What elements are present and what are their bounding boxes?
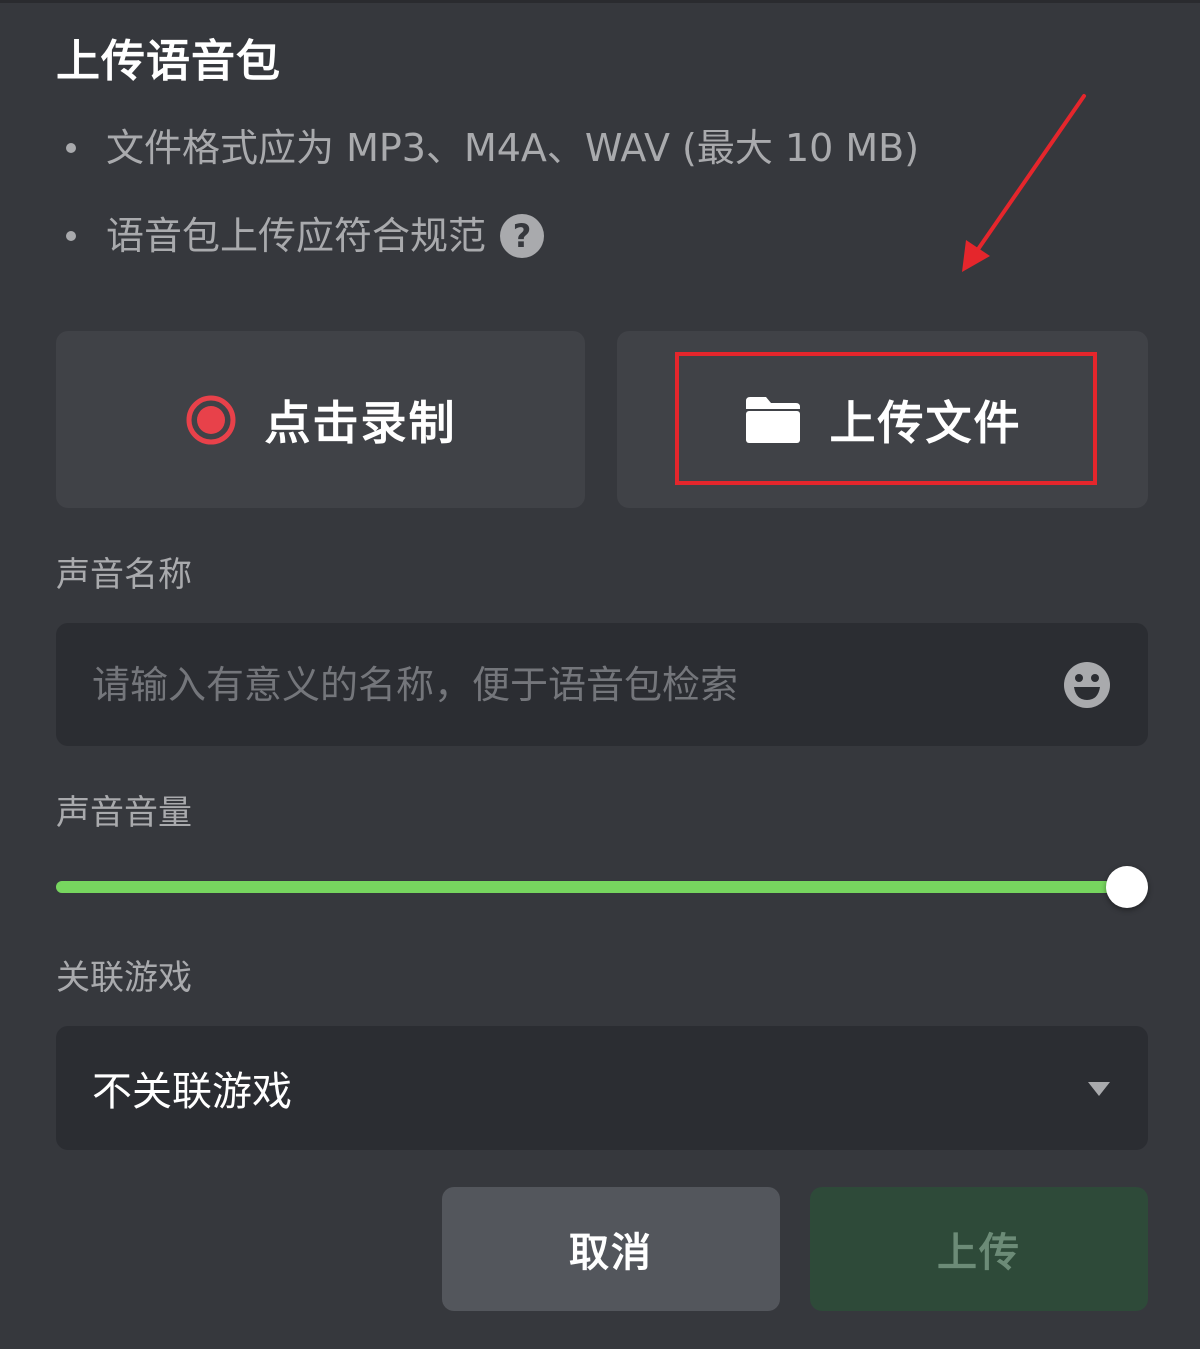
name-input[interactable]	[56, 623, 1036, 746]
dialog-title: 上传语音包	[56, 36, 281, 87]
name-field-label: 声音名称	[56, 555, 192, 595]
game-select-value: 不关联游戏	[92, 1069, 292, 1115]
bullet-dot	[66, 231, 76, 241]
folder-icon	[745, 396, 800, 443]
volume-slider[interactable]	[56, 866, 1148, 910]
cancel-button[interactable]: 取消	[442, 1187, 780, 1311]
slider-thumb[interactable]	[1106, 866, 1148, 908]
caret-down-icon	[1088, 1082, 1110, 1096]
game-field-label: 关联游戏	[56, 958, 192, 998]
format-note: 文件格式应为 MP3、M4A、WAV (最大 10 MB)	[62, 124, 919, 172]
emoji-icon[interactable]	[1062, 660, 1112, 710]
record-icon	[186, 395, 235, 444]
annotation-arrow	[962, 94, 1086, 272]
guideline-note-text: 语音包上传应符合规范	[106, 214, 487, 258]
record-button[interactable]: 点击录制	[56, 331, 585, 508]
record-button-label: 点击录制	[264, 395, 457, 450]
name-field	[56, 623, 1148, 746]
bullet-dot	[66, 143, 76, 153]
question-circle-icon[interactable]: ?	[500, 214, 545, 258]
volume-label: 声音音量	[56, 793, 192, 833]
upload-file-button-label: 上传文件	[829, 395, 1022, 450]
upload-file-button[interactable]: 上传文件	[617, 331, 1148, 508]
top-edge	[0, 0, 1200, 3]
slider-fill	[56, 881, 1127, 893]
guideline-note: 语音包上传应符合规范 ?	[62, 212, 545, 260]
format-note-text: 文件格式应为 MP3、M4A、WAV (最大 10 MB)	[106, 126, 920, 170]
upload-button[interactable]: 上传	[810, 1187, 1148, 1311]
game-select[interactable]: 不关联游戏	[56, 1026, 1148, 1150]
